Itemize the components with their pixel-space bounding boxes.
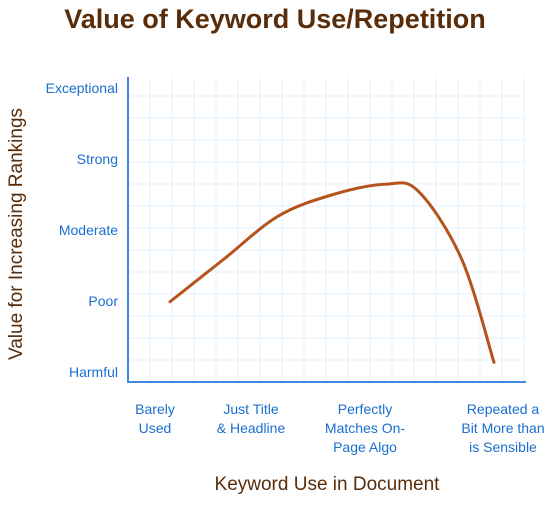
series-line [168, 181, 496, 364]
grid [128, 77, 526, 382]
plot-area [127, 77, 526, 383]
